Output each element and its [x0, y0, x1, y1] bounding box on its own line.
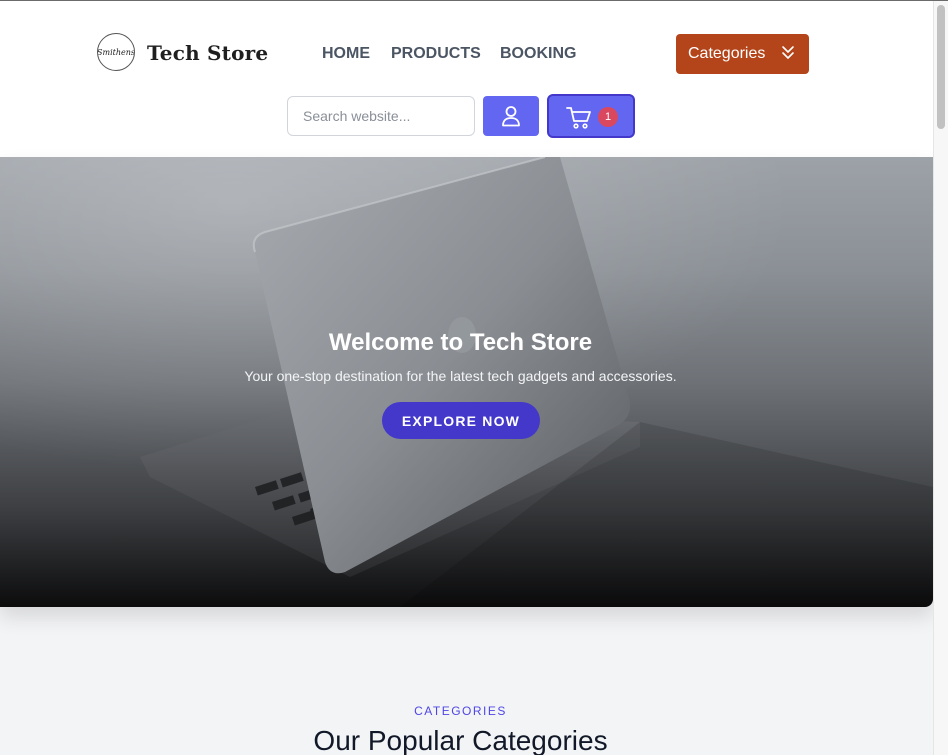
categories-button[interactable]: Categories [676, 34, 809, 74]
double-chevron-down-icon [782, 46, 794, 59]
hero-banner: Welcome to Tech Store Your one-stop dest… [0, 157, 933, 607]
account-button[interactable] [483, 96, 539, 136]
section-eyebrow: CATEGORIES [414, 704, 507, 718]
categories-button-label: Categories [688, 45, 766, 62]
logo-text: Smithens [97, 47, 135, 57]
user-icon [502, 106, 520, 127]
cart-icon [566, 107, 591, 129]
explore-now-button[interactable]: EXPLORE NOW [382, 402, 540, 439]
nav-booking[interactable]: BOOKING [500, 45, 576, 63]
nav-products[interactable]: PRODUCTS [391, 45, 481, 63]
hero-title: Welcome to Tech Store [328, 329, 593, 356]
site-header: Smithens Tech Store HOME PRODUCTS BOOKIN… [0, 1, 933, 157]
scrollbar-thumb[interactable] [937, 5, 945, 129]
page-scrollbar[interactable] [933, 1, 948, 755]
logo[interactable]: Smithens [97, 33, 135, 71]
cart-button[interactable]: 1 [547, 94, 635, 138]
nav-home[interactable]: HOME [322, 45, 370, 63]
hero-subtitle: Your one-stop destination for the latest… [244, 368, 677, 384]
section-title: Our Popular Categories [313, 725, 608, 755]
cart-count-badge: 1 [598, 107, 618, 127]
brand-name[interactable]: Tech Store [147, 41, 268, 65]
search-input[interactable] [287, 96, 475, 136]
